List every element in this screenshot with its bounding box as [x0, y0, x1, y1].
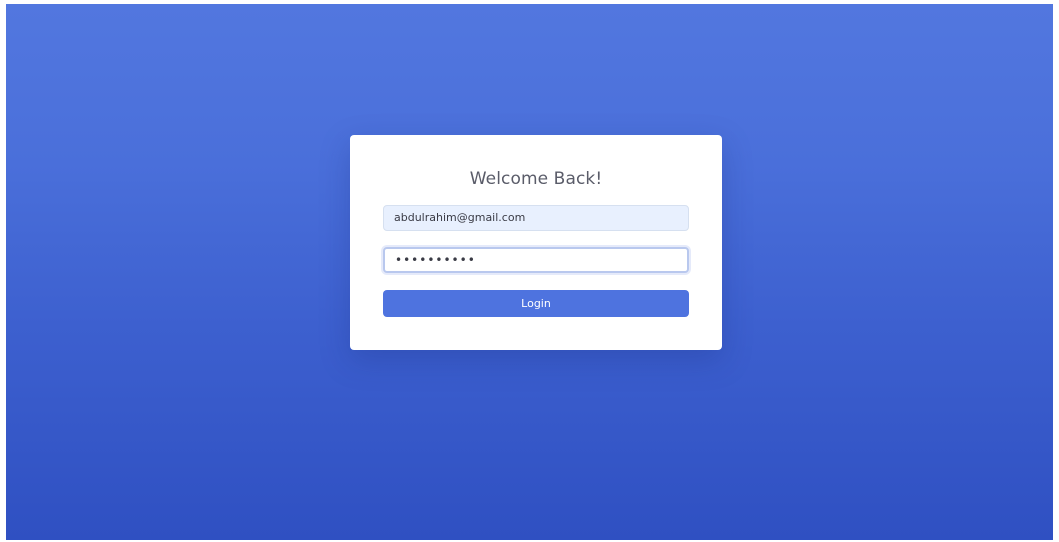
email-field[interactable]: abdulrahim@gmail.com: [383, 205, 689, 231]
login-page-background: Welcome Back! abdulrahim@gmail.com •••••…: [6, 4, 1053, 540]
login-card: Welcome Back! abdulrahim@gmail.com •••••…: [350, 135, 722, 350]
login-button[interactable]: Login: [383, 290, 689, 317]
password-field[interactable]: ••••••••••: [383, 247, 689, 273]
page-title: Welcome Back!: [469, 169, 603, 189]
